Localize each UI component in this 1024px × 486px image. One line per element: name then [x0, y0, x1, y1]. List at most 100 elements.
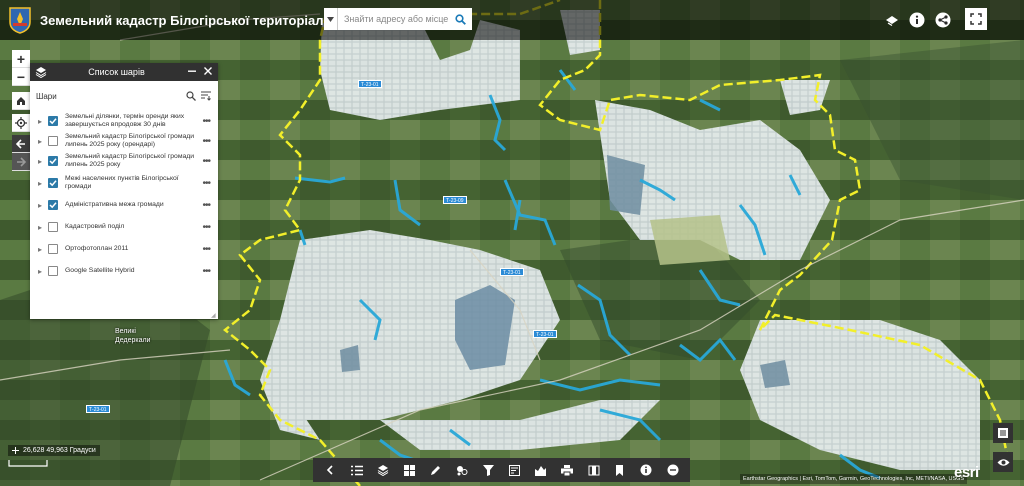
list-icon: [350, 465, 363, 475]
layers-toggle-icon: [886, 16, 898, 26]
layer-label: Земельні ділянки, термін оренди яких зав…: [65, 112, 185, 129]
expand-caret-icon[interactable]: ▸: [38, 245, 48, 254]
layer-item[interactable]: ▸ Земельний кадастр Білогірської громади …: [30, 132, 218, 150]
village-label: Великі Дедеркали: [115, 328, 151, 344]
layer-item[interactable]: ▸ Кадастровий поділ •••: [30, 218, 218, 236]
layer-visibility-checkbox[interactable]: [48, 178, 58, 188]
layer-visibility-checkbox[interactable]: [48, 222, 58, 232]
search-box: [324, 8, 472, 30]
layer-item[interactable]: ▸ Google Satellite Hybrid •••: [30, 262, 218, 280]
check-icon: [49, 202, 57, 209]
filter-list-icon[interactable]: [201, 91, 212, 101]
search-input[interactable]: [338, 14, 450, 24]
layer-visibility-checkbox[interactable]: [48, 116, 58, 126]
layer-visibility-checkbox[interactable]: [48, 266, 58, 276]
legend-button[interactable]: [349, 462, 365, 478]
locate-button[interactable]: [12, 114, 30, 132]
layer-visibility-checkbox[interactable]: [48, 156, 58, 166]
zoom-out-button[interactable]: −: [12, 68, 30, 86]
filter-icon: [482, 464, 494, 476]
pencil-icon: [431, 465, 441, 475]
layer-label: Google Satellite Hybrid: [65, 266, 135, 274]
share-button[interactable]: [933, 10, 953, 30]
swipe-icon: [588, 465, 600, 475]
resize-handle[interactable]: ◢: [211, 312, 217, 319]
chevron-left-icon: [327, 465, 333, 475]
search-button[interactable]: [450, 8, 470, 30]
layer-options-button[interactable]: •••: [202, 222, 210, 233]
share-icon: [935, 12, 951, 28]
basemap-gallery-button[interactable]: [401, 462, 417, 478]
info-icon: [640, 464, 652, 476]
coordinate-display: 26,628 49,963 Градуси: [8, 445, 100, 456]
layer-options-button[interactable]: •••: [202, 178, 210, 189]
layer-options-button[interactable]: •••: [202, 266, 210, 277]
toolbar-collapse-button[interactable]: [322, 462, 338, 478]
more-tools-button[interactable]: [665, 462, 681, 478]
expand-caret-icon[interactable]: ▸: [38, 223, 48, 232]
filter-button[interactable]: [480, 462, 496, 478]
crosshair-icon[interactable]: [12, 447, 19, 454]
legend-toggle-button[interactable]: [993, 423, 1013, 443]
layer-visibility-checkbox[interactable]: [48, 200, 58, 210]
layer-options-button[interactable]: •••: [202, 244, 210, 255]
check-icon: [49, 180, 57, 187]
arrow-right-icon: [17, 156, 26, 167]
overview-map-button[interactable]: [993, 452, 1013, 472]
expand-caret-icon[interactable]: ▸: [38, 137, 48, 146]
layers-icon: [377, 465, 389, 476]
expand-caret-icon[interactable]: ▸: [38, 267, 48, 276]
analysis-button[interactable]: [454, 462, 470, 478]
expand-caret-icon[interactable]: ▸: [38, 201, 48, 210]
layer-options-button[interactable]: •••: [202, 136, 210, 147]
layers-toggle-button[interactable]: [882, 10, 902, 30]
next-extent-button[interactable]: [12, 153, 30, 171]
search-icon[interactable]: [186, 91, 196, 101]
bookmarks-button[interactable]: [612, 462, 628, 478]
home-icon: [17, 96, 25, 105]
zoom-in-button[interactable]: +: [12, 50, 30, 68]
panel-header: Список шарів: [30, 63, 218, 81]
layer-list-button[interactable]: [375, 462, 391, 478]
minimize-button[interactable]: [186, 66, 198, 78]
layer-options-button[interactable]: •••: [202, 156, 210, 167]
about-button[interactable]: [907, 10, 927, 30]
panel-title: Список шарів: [88, 67, 145, 77]
layer-item[interactable]: ▸ Межі населених пунктів Білогірської гро…: [30, 174, 218, 192]
layer-options-button[interactable]: •••: [202, 116, 210, 127]
arrow-left-icon: [16, 138, 25, 149]
panel-subheader: Шари: [30, 85, 218, 107]
layer-label: Земельний кадастр Білогірської громади л…: [65, 152, 195, 169]
list-icon: [998, 428, 1008, 438]
more-icon: [667, 464, 679, 476]
layer-item[interactable]: ▸ Адміністративна межа громади •••: [30, 196, 218, 214]
layers-icon: [35, 67, 47, 78]
expand-caret-icon[interactable]: ▸: [38, 157, 48, 166]
search-source-dropdown[interactable]: [324, 8, 338, 30]
previous-extent-button[interactable]: [12, 135, 30, 153]
layer-visibility-checkbox[interactable]: [48, 136, 58, 146]
layer-item[interactable]: ▸ Ортофотоплан 2011 •••: [30, 240, 218, 258]
layer-visibility-checkbox[interactable]: [48, 244, 58, 254]
expand-caret-icon[interactable]: ▸: [38, 117, 48, 126]
check-icon: [49, 118, 57, 125]
print-button[interactable]: [559, 462, 575, 478]
grid-icon: [403, 464, 415, 476]
draw-button[interactable]: [428, 462, 444, 478]
layers-label: Шари: [36, 91, 57, 101]
layer-item[interactable]: ▸ Земельний кадастр Білогірської громади …: [30, 152, 218, 170]
expand-caret-icon[interactable]: ▸: [38, 179, 48, 188]
layer-options-button[interactable]: •••: [202, 200, 210, 211]
close-button[interactable]: [202, 66, 214, 78]
fullscreen-button[interactable]: [965, 8, 987, 30]
info-button[interactable]: [638, 462, 654, 478]
layer-item[interactable]: ▸ Земельні ділянки, термін оренди яких за…: [30, 112, 218, 130]
export-button[interactable]: [533, 462, 549, 478]
attribute-table-button[interactable]: [507, 462, 523, 478]
layer-label: Ортофотоплан 2011: [65, 244, 129, 252]
swipe-button[interactable]: [586, 462, 602, 478]
locate-icon: [15, 116, 27, 129]
minimize-icon: [188, 70, 196, 72]
home-button[interactable]: [12, 92, 30, 110]
table-edit-icon: [509, 464, 521, 476]
